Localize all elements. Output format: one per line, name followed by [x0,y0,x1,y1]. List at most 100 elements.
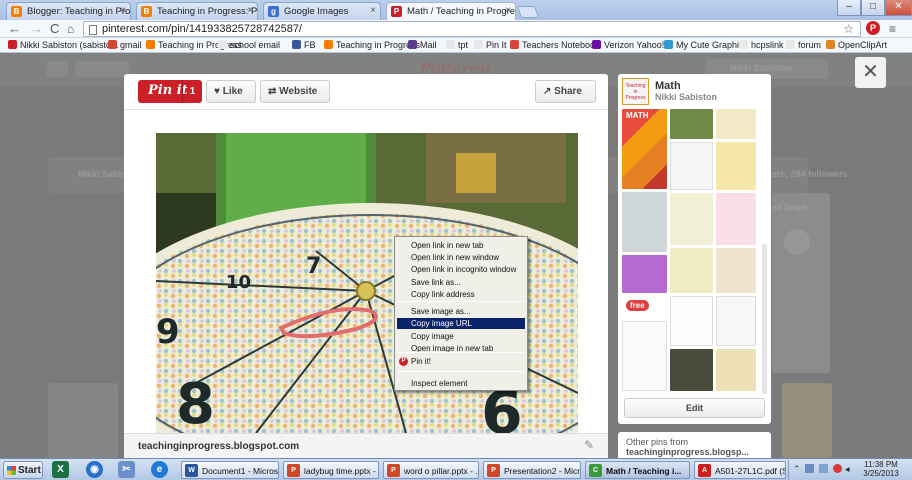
taskbar-button[interactable]: Pword o pillar.pptx - ... [383,461,479,479]
taskbar-button-label: ladybug time.pptx - ... [304,466,379,476]
board-pin[interactable] [670,296,713,346]
bookmark-item[interactable]: Nikki Sabiston (sabisto... [8,40,119,50]
board-pin[interactable] [670,248,713,293]
board-pin[interactable] [716,109,756,139]
app-icon: A [698,464,711,477]
bookmark-item[interactable]: Verizon Yahoo! [592,40,664,50]
taskbar-button[interactable]: A A501-27L1C.pdf (SE... [694,461,786,479]
bookmark-item[interactable]: Teaching in Progress [324,40,420,50]
bookmark-item[interactable]: hcpslink [739,40,784,50]
context-menu-item[interactable]: Copy link address [397,289,525,300]
bookmark-icon [108,40,117,49]
share-button[interactable]: ↗ Share [535,80,596,103]
excel-quicklaunch-icon[interactable]: X [52,461,69,478]
board-thumbnail[interactable]: Teaching in Progress [622,78,649,105]
board-scrollbar[interactable] [762,244,767,394]
tab-close-icon[interactable]: × [120,5,126,16]
board-pin[interactable] [716,142,756,190]
ie-quicklaunch-icon[interactable]: e [151,461,168,478]
minimize-button[interactable]: – [837,0,861,16]
board-pin[interactable] [670,349,713,391]
context-menu-item[interactable]: Open link in incognito window [397,264,525,275]
edit-board-button[interactable]: Edit [624,398,765,418]
pin-source-link[interactable]: teachinginprogress.blogspot.com [138,441,299,452]
board-pin[interactable] [670,109,713,139]
tray-expand-icon[interactable]: ⌃ [793,464,801,475]
taskbar-clock[interactable]: 11:38 PM 3/25/2013 [851,460,911,478]
taskbar-button[interactable]: C Math / Teaching i... [585,461,690,479]
board-pin[interactable] [716,296,756,346]
globe-quicklaunch-icon[interactable]: ◉ [86,461,103,478]
board-pin[interactable] [622,255,667,293]
other-pins-source[interactable]: teachinginprogress.blogsp... [626,447,771,457]
bookmark-icon [474,40,483,49]
bookmark-item[interactable]: OpenClipArt [826,40,887,50]
network-icon[interactable] [819,464,828,473]
start-button[interactable]: Start [3,461,43,479]
board-pin[interactable] [716,193,756,245]
context-menu-item[interactable]: Save image as... [397,306,525,317]
bookmark-item[interactable]: FB [292,40,316,50]
tab-close-icon[interactable]: × [370,5,376,16]
bookmark-item[interactable]: school email [218,40,280,50]
context-menu-item[interactable]: Open link in new tab [397,240,525,251]
bookmark-item[interactable]: Mail [408,40,437,50]
tab-close-icon[interactable]: × [247,5,253,16]
pinterest-extension-icon[interactable]: P [866,21,880,35]
tray-icon[interactable] [805,464,814,473]
pin-it-button[interactable]: Pin it 1 [138,80,202,103]
close-pin-button[interactable]: ✕ [855,57,886,88]
context-menu-item[interactable]: Copy image [397,331,525,342]
tab-close-icon[interactable]: × [505,5,511,16]
context-menu-item[interactable]: Open link in new window [397,252,525,263]
bg-circle [784,229,810,255]
bookmark-item[interactable]: Pin It [474,40,507,50]
bookmark-item[interactable]: gmail [108,40,142,50]
board-title[interactable]: Math [655,80,681,92]
edit-pencil-icon[interactable]: ✎ [584,438,594,452]
board-pin[interactable] [670,142,713,190]
app-icon: C [589,464,602,477]
bookmark-item[interactable]: My Cute Graphics [664,40,748,50]
address-bar[interactable]: pinterest.com/pin/141933825728742587/ ☆ [83,21,861,37]
browser-tab[interactable]: g Google Images × [263,2,381,20]
home-icon[interactable]: ⌂ [67,21,74,37]
taskbar-button[interactable]: P Presentation2 - Micr... [483,461,581,479]
free-badge-pin[interactable]: free [622,296,667,318]
website-button[interactable]: ⇄ Website [260,80,330,103]
new-tab-button[interactable] [516,6,540,18]
browser-tab[interactable]: P Math / Teaching in Progress × [386,2,516,20]
board-pin[interactable] [622,321,667,391]
context-menu-item[interactable]: Copy image URL [397,318,525,329]
alert-icon[interactable] [833,464,842,473]
maximize-button[interactable]: □ [861,0,885,16]
browser-tab[interactable]: B Teaching in Progress: Preview× [136,2,258,20]
wrench-menu-icon[interactable]: ≡ [889,21,896,37]
clock-date: 3/25/2013 [863,469,899,478]
board-pin[interactable] [716,248,756,293]
back-icon[interactable]: ← [8,21,21,37]
bookmark-item[interactable]: tpt [446,40,468,50]
taskbar-button[interactable]: W Document1 - Micros... [181,461,279,479]
context-menu-item[interactable]: Inspect element [397,378,525,389]
board-pin[interactable] [670,193,713,245]
forward-icon[interactable]: → [30,21,43,37]
bookmark-star-icon[interactable]: ☆ [843,22,854,36]
taskbar-button[interactable]: Pladybug time.pptx - ... [283,461,379,479]
board-pin[interactable] [622,192,667,252]
reload-icon[interactable]: C [50,21,59,37]
volume-icon[interactable]: ◂ [845,464,850,475]
context-menu-item[interactable]: P Pin it! [397,356,525,367]
close-window-button[interactable]: ✕ [885,0,912,16]
board-pin[interactable]: MATH [622,109,667,189]
board-owner[interactable]: Nikki Sabiston [655,92,717,102]
like-button[interactable]: ♥ Like [206,80,256,103]
tools-quicklaunch-icon[interactable]: ✂ [118,461,135,478]
context-menu-item[interactable]: Save link as... [397,277,525,288]
bookmark-item[interactable]: Teachers Notebook [510,40,600,50]
board-panel: Teaching in Progress Math Nikki Sabiston… [618,74,771,424]
bookmark-item[interactable]: forum [786,40,821,50]
blogger-icon: B [11,6,22,17]
browser-tab[interactable]: B Blogger: Teaching in Progress× [6,2,131,20]
board-pin[interactable] [716,349,756,391]
